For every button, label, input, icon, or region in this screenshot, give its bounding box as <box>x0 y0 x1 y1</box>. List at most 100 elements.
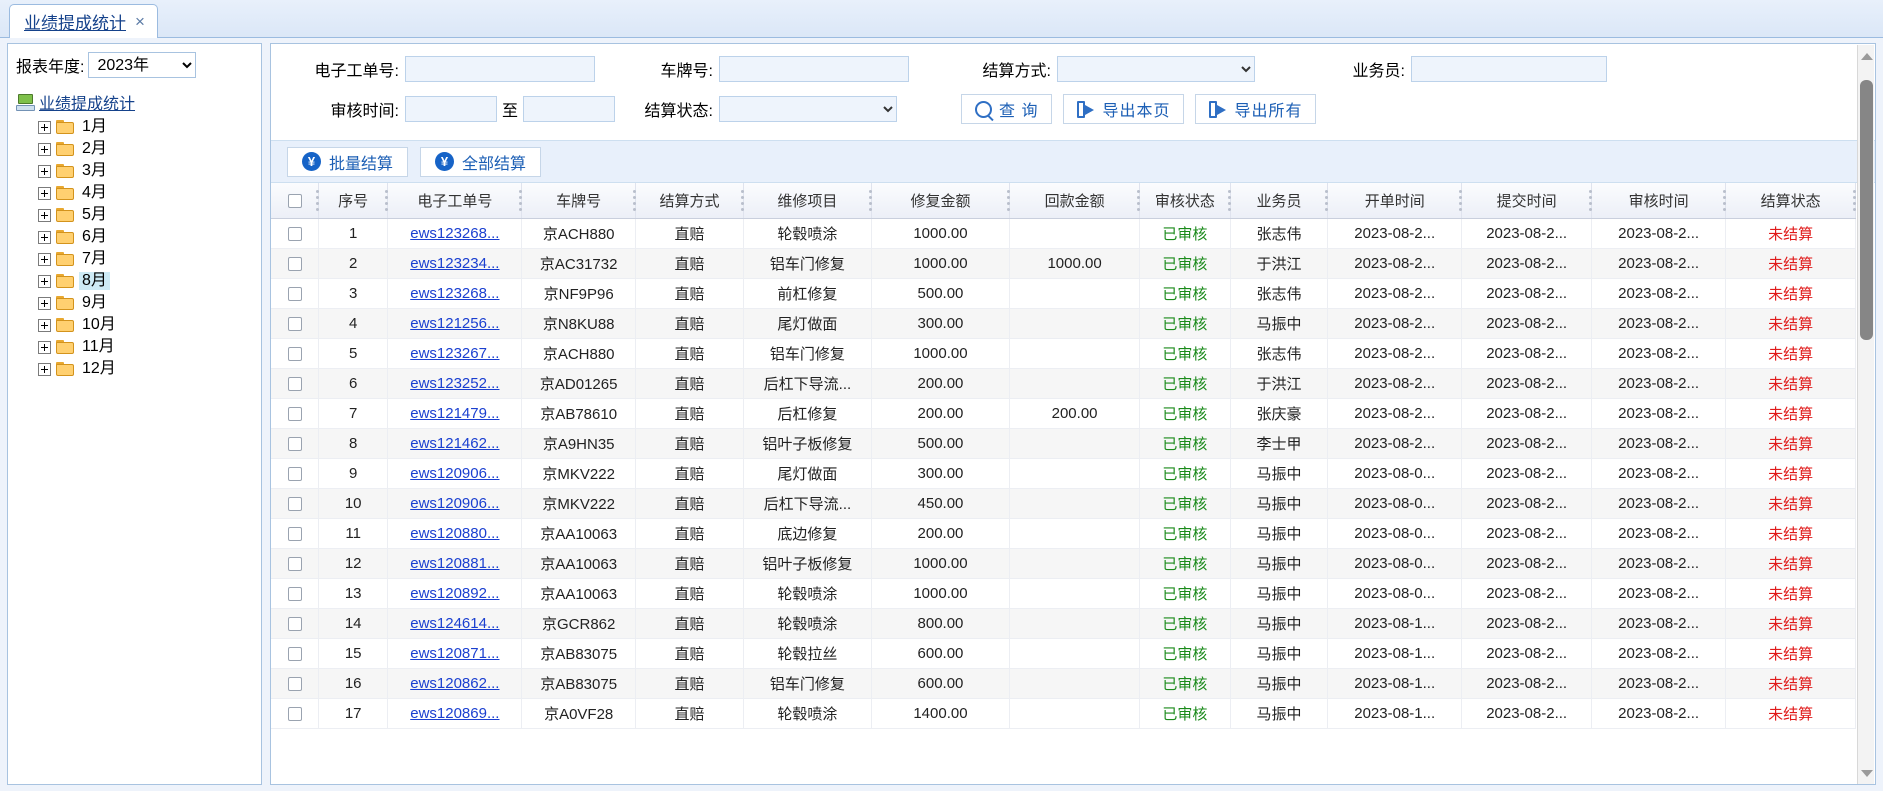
table-row[interactable]: 7 ews121479... 京AB78610 直赔 后杠修复 200.00 200.00 已… <box>271 398 1856 429</box>
row-checkbox[interactable] <box>287 497 302 512</box>
grid-select-all-header[interactable] <box>271 183 320 219</box>
row-checkbox[interactable] <box>287 407 302 422</box>
cell-order[interactable]: ews120881... <box>387 548 523 579</box>
query-button[interactable]: 查 询 <box>961 94 1053 124</box>
cell-order[interactable]: ews121462... <box>387 428 523 459</box>
expand-icon[interactable] <box>38 296 51 310</box>
tree-node-month[interactable]: 5月 <box>38 204 261 226</box>
cell-order[interactable]: ews120892... <box>387 578 523 609</box>
table-row[interactable]: 3 ews123268... 京NF9P96 直赔 前杠修复 500.00 已审核 张志伟 20… <box>271 278 1856 309</box>
order-link[interactable]: ews120869... <box>410 705 499 722</box>
row-select-cell[interactable] <box>271 638 320 669</box>
order-link[interactable]: ews123267... <box>410 345 499 362</box>
row-checkbox[interactable] <box>287 317 302 332</box>
scroll-up-icon[interactable] <box>1861 53 1873 60</box>
row-checkbox[interactable] <box>287 707 302 722</box>
salesman-input[interactable] <box>1411 56 1607 82</box>
row-select-cell[interactable] <box>271 278 320 309</box>
row-checkbox[interactable] <box>287 227 302 242</box>
order-link[interactable]: ews124614... <box>410 615 499 632</box>
cell-order[interactable]: ews123234... <box>387 248 523 279</box>
table-row[interactable]: 17 ews120869... 京A0VF28 直赔 轮毂喷涂 1400.00 已审核 马振中… <box>271 698 1856 729</box>
table-row[interactable]: 16 ews120862... 京AB83075 直赔 铝车门修复 600.00 已审核 马振… <box>271 668 1856 699</box>
audit-time-from-input[interactable] <box>405 96 497 122</box>
grid-column-header[interactable]: 审核状态 <box>1139 183 1231 219</box>
tree-node-month[interactable]: 3月 <box>38 160 261 182</box>
row-select-cell[interactable] <box>271 668 320 699</box>
row-select-cell[interactable] <box>271 698 320 729</box>
grid-column-header[interactable]: 车牌号 <box>521 183 636 219</box>
plate-no-input[interactable] <box>719 56 909 82</box>
table-row[interactable]: 8 ews121462... 京A9HN35 直赔 铝叶子板修复 500.00 已审核 李士甲… <box>271 428 1856 459</box>
column-resize-handle[interactable] <box>1853 190 1856 211</box>
row-checkbox[interactable] <box>287 467 302 482</box>
tree-node-month[interactable]: 6月 <box>38 226 261 248</box>
row-checkbox[interactable] <box>287 617 302 632</box>
cell-order[interactable]: ews121256... <box>387 308 523 339</box>
order-link[interactable]: ews123252... <box>410 375 499 392</box>
row-checkbox[interactable] <box>287 527 302 542</box>
tree-node-month[interactable]: 2月 <box>38 138 261 160</box>
scroll-down-icon[interactable] <box>1861 770 1873 777</box>
row-checkbox[interactable] <box>287 287 302 302</box>
report-year-select[interactable]: 2023年 <box>88 52 197 78</box>
row-select-cell[interactable] <box>271 308 320 339</box>
expand-icon[interactable] <box>38 208 51 222</box>
grid-vertical-scrollbar[interactable] <box>1857 45 1874 784</box>
row-select-cell[interactable] <box>271 428 320 459</box>
grid-column-header[interactable]: 开单时间 <box>1327 183 1463 219</box>
tree-node-month[interactable]: 11月 <box>38 336 261 358</box>
expand-icon[interactable] <box>38 362 51 376</box>
grid-column-header[interactable]: 审核时间 <box>1591 183 1727 219</box>
cell-order[interactable]: ews120906... <box>387 488 523 519</box>
table-row[interactable]: 4 ews121256... 京N8KU88 直赔 尾灯做面 300.00 已审核 马振中 20… <box>271 308 1856 339</box>
order-link[interactable]: ews120881... <box>410 555 499 572</box>
tree-node-month[interactable]: 7月 <box>38 248 261 270</box>
cell-order[interactable]: ews120880... <box>387 518 523 549</box>
order-no-input[interactable] <box>405 56 595 82</box>
tree-node-month[interactable]: 10月 <box>38 314 261 336</box>
cell-order[interactable]: ews123267... <box>387 338 523 369</box>
audit-time-to-input[interactable] <box>523 96 615 122</box>
table-row[interactable]: 9 ews120906... 京MKV222 直赔 尾灯做面 300.00 已审核 马振中 20… <box>271 458 1856 489</box>
row-select-cell[interactable] <box>271 608 320 639</box>
expand-icon[interactable] <box>38 164 51 178</box>
expand-icon[interactable] <box>38 142 51 156</box>
order-link[interactable]: ews120871... <box>410 645 499 662</box>
expand-icon[interactable] <box>38 274 51 288</box>
table-row[interactable]: 11 ews120880... 京AA10063 直赔 底边修复 200.00 已审核 马振中… <box>271 518 1856 549</box>
table-row[interactable]: 12 ews120881... 京AA10063 直赔 铝叶子板修复 1000.00 已审核… <box>271 548 1856 579</box>
row-checkbox[interactable] <box>287 557 302 572</box>
row-checkbox[interactable] <box>287 437 302 452</box>
grid-column-header[interactable]: 业务员 <box>1230 183 1329 219</box>
grid-column-header[interactable]: 结算状态 <box>1725 183 1856 219</box>
export-page-button[interactable]: 导出本页 <box>1063 94 1185 124</box>
cell-order[interactable]: ews121479... <box>387 398 523 429</box>
row-select-cell[interactable] <box>271 488 320 519</box>
row-checkbox[interactable] <box>287 377 302 392</box>
cell-order[interactable]: ews124614... <box>387 608 523 639</box>
export-all-button[interactable]: 导出所有 <box>1195 94 1317 124</box>
cell-order[interactable]: ews123268... <box>387 218 523 249</box>
grid-column-header[interactable]: 提交时间 <box>1461 183 1593 219</box>
order-link[interactable]: ews120892... <box>410 585 499 602</box>
row-select-cell[interactable] <box>271 578 320 609</box>
order-link[interactable]: ews120862... <box>410 675 499 692</box>
expand-icon[interactable] <box>38 230 51 244</box>
settle-method-select[interactable] <box>1057 56 1255 82</box>
order-link[interactable]: ews121479... <box>410 405 499 422</box>
tab-performance-commission-stats[interactable]: 业绩提成统计 × <box>9 4 158 38</box>
order-link[interactable]: ews123268... <box>410 225 499 242</box>
grid-column-header[interactable]: 回款金额 <box>1009 183 1140 219</box>
order-link[interactable]: ews121256... <box>410 315 499 332</box>
cell-order[interactable]: ews120862... <box>387 668 523 699</box>
order-link[interactable]: ews123268... <box>410 285 499 302</box>
tree-node-month[interactable]: 4月 <box>38 182 261 204</box>
tree-node-month[interactable]: 12月 <box>38 358 261 380</box>
expand-icon[interactable] <box>38 252 51 266</box>
scrollbar-thumb[interactable] <box>1860 80 1873 340</box>
row-select-cell[interactable] <box>271 368 320 399</box>
select-all-checkbox[interactable] <box>287 194 302 209</box>
row-select-cell[interactable] <box>271 518 320 549</box>
grid-column-header[interactable]: 维修项目 <box>743 183 872 219</box>
